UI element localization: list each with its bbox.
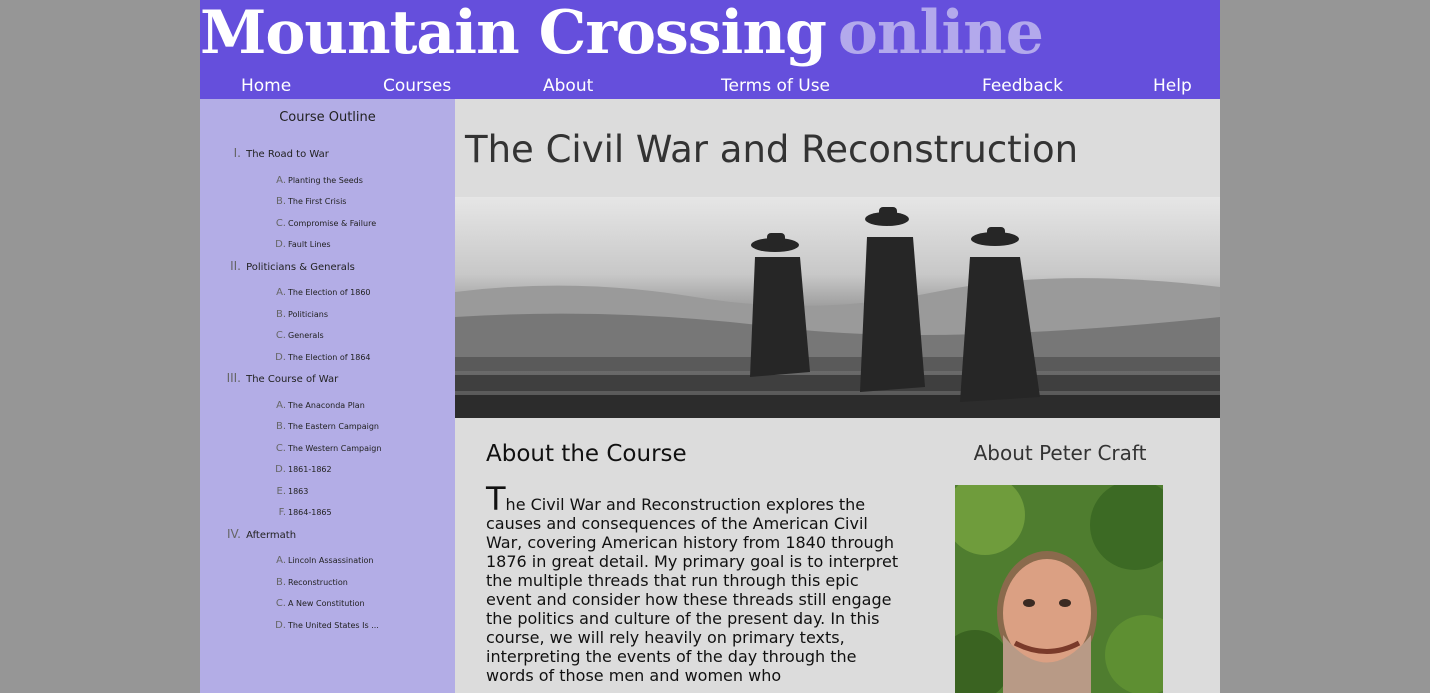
outline-item[interactable]: C. The Western Campaign (274, 436, 382, 455)
outline-item[interactable]: A. Lincoln Assassination (274, 548, 373, 567)
outline-item[interactable]: A. Planting the Seeds (274, 168, 363, 187)
outline-section[interactable]: I. The Road to War (225, 142, 329, 161)
outline-item[interactable]: B. Politicians (274, 302, 328, 321)
about-author-heading: About Peter Craft (973, 441, 1147, 465)
nav-home[interactable]: Home (241, 76, 291, 96)
about-course-body: he Civil War and Reconstruction explores… (486, 495, 899, 685)
outline-item[interactable]: D. The United States Is ... (274, 613, 379, 632)
nav-courses[interactable]: Courses (383, 76, 451, 96)
outline-item[interactable]: D. 1861-1862 (274, 457, 332, 476)
brand-main: Mountain Crossing (200, 0, 827, 68)
outline-item[interactable]: A. The Anaconda Plan (274, 393, 365, 412)
author-portrait (955, 485, 1163, 693)
outline-item[interactable]: B. The Eastern Campaign (274, 414, 379, 433)
course-title: The Civil War and Reconstruction (465, 128, 1079, 171)
course-outline-sidebar: Course Outline I. The Road to War A. Plan… (200, 99, 455, 693)
site-logo[interactable]: Mountain Crossing online (200, 0, 1044, 72)
outline-item[interactable]: C. Generals (274, 323, 324, 342)
outline-item[interactable]: A. The Election of 1860 (274, 280, 370, 299)
outline-item[interactable]: D. Fault Lines (274, 232, 330, 251)
outline-item[interactable]: D. The Election of 1864 (274, 345, 370, 364)
outline-item[interactable]: B. The First Crisis (274, 189, 347, 208)
nav-feedback[interactable]: Feedback (982, 76, 1063, 96)
nav-terms[interactable]: Terms of Use (721, 76, 830, 96)
page: Mountain Crossing online Home Courses Abo… (200, 0, 1220, 693)
outline-section[interactable]: IV. Aftermath (221, 523, 296, 542)
outline-item[interactable]: F. 1864-1865 (274, 500, 332, 519)
nav-about[interactable]: About (543, 76, 593, 96)
outline-item[interactable]: C. Compromise & Failure (274, 211, 376, 230)
brand-suffix: online (837, 0, 1044, 68)
about-course-text: The Civil War and Reconstruction explore… (486, 483, 906, 685)
nav-help[interactable]: Help (1153, 76, 1192, 96)
about-course-heading: About the Course (486, 441, 687, 467)
drop-cap: T (486, 480, 506, 518)
outline-item[interactable]: C. A New Constitution (274, 591, 365, 610)
site-header: Mountain Crossing online Home Courses Abo… (200, 0, 1220, 99)
outline-title: Course Outline (279, 110, 376, 125)
outline-item[interactable]: E. 1863 (274, 479, 309, 498)
outline-item[interactable]: B. Reconstruction (274, 570, 348, 589)
outline-section[interactable]: II. Politicians & Generals (225, 255, 355, 274)
outline-section[interactable]: III. The Course of War (220, 367, 339, 386)
hero-photo (455, 197, 1220, 418)
